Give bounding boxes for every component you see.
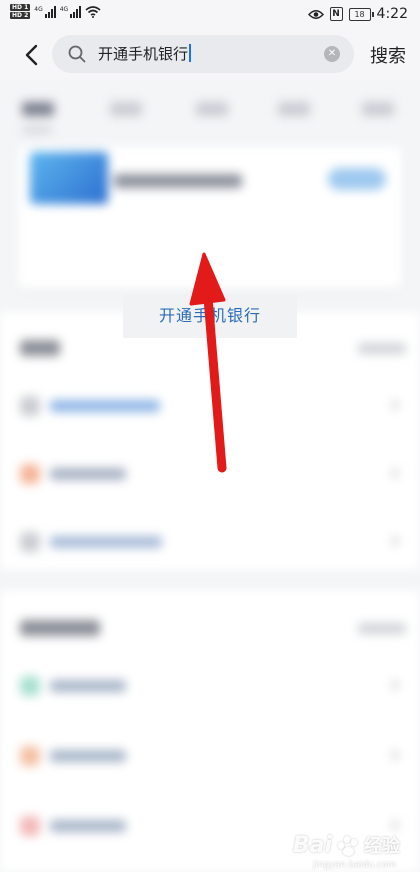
hd-badge-2: HD 2 xyxy=(10,12,31,19)
paw-icon xyxy=(336,834,360,858)
section-1-more[interactable] xyxy=(358,343,406,354)
search-results: 开通手机银行 xyxy=(0,80,420,872)
section-2-more[interactable] xyxy=(358,623,406,634)
section-2-title xyxy=(20,620,100,636)
card-action-button[interactable] xyxy=(328,168,386,190)
blurred-content xyxy=(0,80,420,872)
text-caret xyxy=(189,44,192,62)
search-query-text: 开通手机银行 xyxy=(98,45,189,63)
watermark-suffix: 经验 xyxy=(364,836,400,857)
card-title xyxy=(114,174,242,188)
tab-2[interactable] xyxy=(110,102,142,116)
section-1 xyxy=(0,312,420,570)
list-item[interactable] xyxy=(0,666,420,706)
network-type-1: 4G xyxy=(34,5,43,13)
watermark-url: jingyan.baidu.com xyxy=(312,860,396,870)
network-type-2: 4G xyxy=(59,5,69,13)
watermark-brand: Bai xyxy=(292,833,332,858)
tab-3[interactable] xyxy=(196,102,228,116)
status-bar: HD 1 HD 2 4G 4G N 18 4:22 xyxy=(0,0,420,30)
list-item[interactable] xyxy=(0,386,420,426)
section-2 xyxy=(0,590,420,872)
card-image xyxy=(30,152,108,204)
back-icon[interactable] xyxy=(20,42,46,68)
list-item[interactable] xyxy=(0,454,420,494)
tab-indicator xyxy=(22,126,52,134)
battery-icon: 18 xyxy=(348,7,374,21)
tab-1[interactable] xyxy=(22,102,54,116)
nfc-icon: N xyxy=(329,7,343,21)
signal-icon: 4G xyxy=(34,5,56,18)
search-button[interactable]: 搜索 xyxy=(370,42,406,68)
baidu-watermark: Bai 经验 jingyan.baidu.com xyxy=(292,832,400,870)
tab-5[interactable] xyxy=(362,102,394,116)
search-icon xyxy=(68,45,86,63)
wifi-icon xyxy=(85,6,101,18)
suggestion-open-mobile-banking[interactable]: 开通手机银行 xyxy=(123,294,297,338)
result-tabs xyxy=(0,90,420,130)
clock: 4:22 xyxy=(376,6,408,22)
search-header: 开通手机银行 ✕ 搜索 xyxy=(0,30,420,80)
list-item[interactable] xyxy=(0,736,420,776)
result-card[interactable] xyxy=(18,146,402,288)
clear-icon[interactable]: ✕ xyxy=(324,46,340,62)
tab-4[interactable] xyxy=(278,102,310,116)
eye-icon xyxy=(307,9,324,19)
list-item[interactable] xyxy=(0,522,420,562)
signal-icon-2: 4G xyxy=(59,5,82,18)
section-1-title xyxy=(20,340,60,356)
hd-badge-1: HD 1 xyxy=(10,4,31,11)
search-input[interactable]: 开通手机银行 ✕ xyxy=(52,35,354,73)
